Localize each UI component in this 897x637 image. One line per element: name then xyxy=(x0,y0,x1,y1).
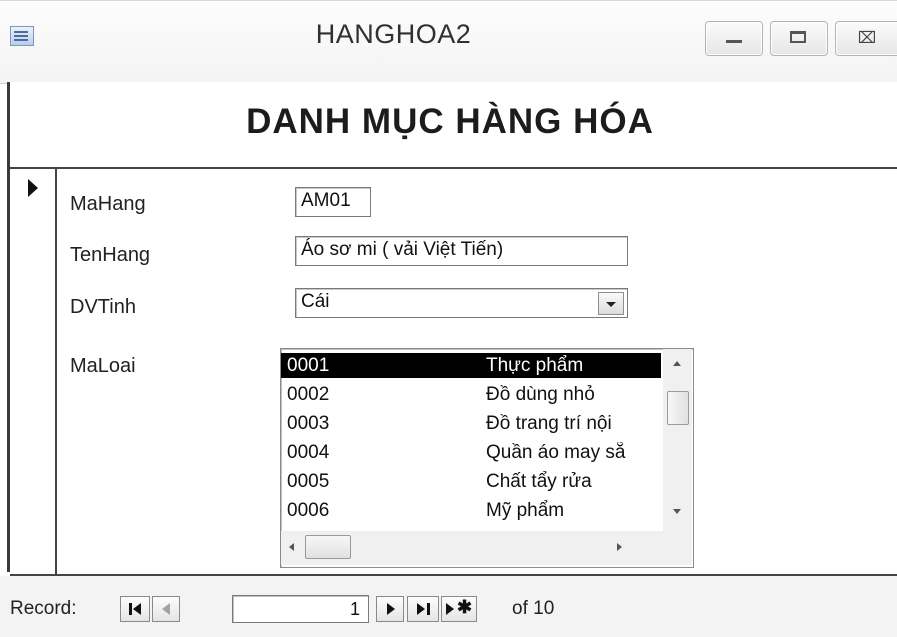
close-icon: ⌧ xyxy=(857,30,877,47)
list-item[interactable]: 0006 Mỹ phẩm xyxy=(281,498,661,523)
vertical-scroll-thumb[interactable] xyxy=(667,391,689,425)
close-button[interactable]: ⌧ xyxy=(835,21,897,56)
next-record-button[interactable] xyxy=(376,596,404,622)
mahang-field[interactable]: AM01 xyxy=(295,187,371,217)
list-item[interactable]: 0003 Đồ trang trí nội xyxy=(281,411,661,436)
list-item[interactable]: 0005 Chất tẩy rửa xyxy=(281,469,661,494)
record-selector[interactable] xyxy=(10,169,57,574)
horizontal-scrollbar[interactable] xyxy=(281,531,663,565)
dvtinh-label: DVTinh xyxy=(70,296,136,318)
chevron-down-icon xyxy=(606,302,616,307)
header-divider xyxy=(10,167,897,169)
scroll-left-icon[interactable] xyxy=(289,543,294,551)
new-record-button[interactable]: ✱ xyxy=(441,596,477,622)
last-record-button[interactable] xyxy=(407,596,439,622)
list-item[interactable]: 0001 Thực phẩm xyxy=(281,353,661,378)
previous-record-button[interactable] xyxy=(152,596,180,622)
form-heading: DANH MỤC HÀNG HÓA xyxy=(246,102,654,141)
dvtinh-value: Cái xyxy=(301,291,330,312)
scrollbar-corner xyxy=(663,531,692,565)
dvtinh-combobox[interactable]: Cái xyxy=(295,288,628,318)
scroll-up-icon[interactable] xyxy=(673,361,681,366)
record-navigation-bar: Record: 1 ✱ of 10 xyxy=(0,576,897,637)
record-count: of 10 xyxy=(512,598,555,619)
current-record-input[interactable]: 1 xyxy=(232,595,369,623)
maloai-listbox[interactable]: 0001 Thực phẩm 0002 Đồ dùng nhỏ 0003 Đồ … xyxy=(280,348,694,568)
minimize-icon xyxy=(726,40,742,43)
list-item[interactable]: 0002 Đồ dùng nhỏ xyxy=(281,382,661,407)
maloai-label: MaLoai xyxy=(70,355,136,377)
scroll-right-icon[interactable] xyxy=(617,543,622,551)
horizontal-scroll-thumb[interactable] xyxy=(305,535,351,559)
scroll-down-icon[interactable] xyxy=(673,509,681,514)
tenhang-field[interactable]: Áo sơ mi ( vải Việt Tiến) xyxy=(295,236,628,266)
current-record-arrow-icon xyxy=(28,179,38,197)
list-item[interactable]: 0004 Quần áo may sẵ xyxy=(281,440,661,465)
dropdown-button[interactable] xyxy=(598,292,624,315)
record-label: Record: xyxy=(10,598,77,619)
minimize-button[interactable] xyxy=(705,21,763,56)
window-titlebar[interactable]: HANGHOA2 ⌧ xyxy=(0,0,897,84)
first-record-button[interactable] xyxy=(120,596,150,622)
mahang-label: MaHang xyxy=(70,193,146,215)
maximize-button[interactable] xyxy=(770,21,828,56)
vertical-scrollbar[interactable] xyxy=(663,349,692,531)
form-header: DANH MỤC HÀNG HÓA xyxy=(10,82,897,168)
tenhang-label: TenHang xyxy=(70,244,151,266)
maximize-icon xyxy=(790,31,806,43)
